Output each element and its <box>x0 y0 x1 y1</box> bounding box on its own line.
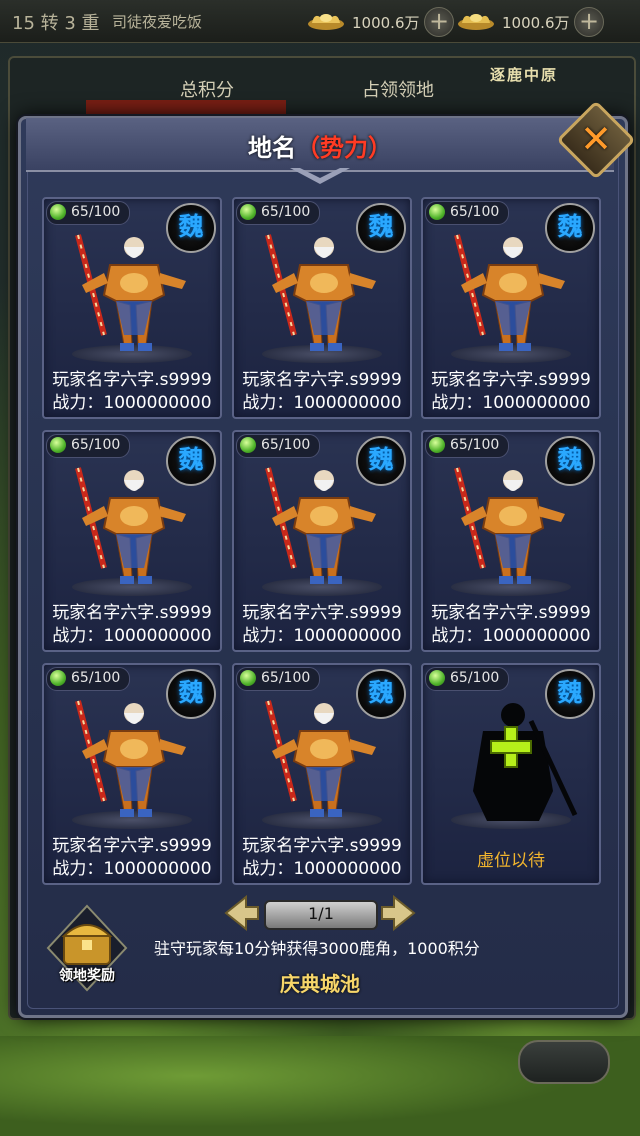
faction-label: （势力） <box>296 134 392 162</box>
next-page-button[interactable] <box>380 895 416 931</box>
level-badge: 65/100 <box>425 667 509 691</box>
level-badge: 65/100 <box>46 201 130 225</box>
hero-figure-icon <box>265 700 376 817</box>
jade-gem-icon <box>240 204 256 220</box>
level-text: 65/100 <box>261 437 311 453</box>
gold-ingot-icon <box>308 14 344 30</box>
gold-amount: 1000.6万 <box>352 14 420 32</box>
level-text: 65/100 <box>261 670 311 686</box>
garrison-slot-card[interactable]: 65/100 魏 玩家名字六字.s9999 战力：1000000000 <box>232 197 412 419</box>
player-name-label: 玩家名字六字.s9999 <box>52 370 212 390</box>
jade-gem-icon <box>240 437 256 453</box>
garrison-slot-card[interactable]: 65/100 魏 玩家名字六字.s9999 战力：1000000000 <box>421 197 601 419</box>
player-name-label: 玩家名字六字.s9999 <box>52 836 212 856</box>
silver-ingot-icon <box>458 14 494 30</box>
hero-figure-icon <box>454 467 565 584</box>
combat-power-label: 战力：1000000000 <box>242 859 402 879</box>
level-badge: 65/100 <box>236 434 320 458</box>
territory-name: 地名 <box>248 134 296 162</box>
page-indicator: 1/1 <box>264 900 378 930</box>
garrison-slot-card[interactable]: 65/100 魏 玩家名字六字.s9999 战力：1000000000 <box>42 663 222 885</box>
jade-gem-icon <box>50 204 66 220</box>
player-name-label: 玩家名字六字.s9999 <box>431 370 591 390</box>
level-text: 65/100 <box>450 204 500 220</box>
hero-figure-icon <box>265 234 376 351</box>
level-text: 65/100 <box>71 204 121 220</box>
player-name-label: 玩家名字六字.s9999 <box>242 603 402 623</box>
title-ornament-icon <box>290 168 350 184</box>
combat-power-label: 战力：1000000000 <box>52 626 212 646</box>
level-badge: 65/100 <box>46 667 130 691</box>
combat-power-label: 战力：1000000000 <box>431 626 591 646</box>
player-name-label: 玩家名字六字.s9999 <box>52 603 212 623</box>
jade-gem-icon <box>429 204 445 220</box>
close-icon: ✕ <box>580 117 612 161</box>
hero-figure-icon <box>75 700 186 817</box>
garrison-slot-card[interactable]: 65/100 魏 玩家名字六字.s9999 战力：1000000000 <box>421 430 601 652</box>
occupied-territory-header: 占领领地 <box>362 80 434 101</box>
combat-power-label: 战力：1000000000 <box>52 393 212 413</box>
jade-gem-icon <box>240 670 256 686</box>
player-name: 司徒夜爱吃饭 <box>112 13 203 31</box>
event-title: 逐鹿中原 <box>490 66 559 84</box>
combat-power-label: 战力：1000000000 <box>431 393 591 413</box>
level-badge: 65/100 <box>46 434 130 458</box>
rebirth-level: 15 转 3 重 <box>12 13 100 34</box>
level-text: 65/100 <box>71 670 121 686</box>
level-text: 65/100 <box>71 437 121 453</box>
level-text: 65/100 <box>261 204 311 220</box>
return-button[interactable] <box>518 1040 610 1084</box>
add-garrison-plus-icon[interactable] <box>489 725 533 769</box>
garrison-reward-tip: 驻守玩家每10分钟获得3000鹿角，1000积分 <box>154 939 480 958</box>
garrison-slot-card[interactable]: 65/100 魏 玩家名字六字.s9999 战力：1000000000 <box>42 430 222 652</box>
currency-gold: 1000.6万 + <box>306 5 454 37</box>
jade-gem-icon <box>50 437 66 453</box>
combat-power-label: 战力：1000000000 <box>242 626 402 646</box>
combat-power-label: 战力：1000000000 <box>52 859 212 879</box>
player-name-label: 玩家名字六字.s9999 <box>242 370 402 390</box>
jade-gem-icon <box>429 670 445 686</box>
level-badge: 65/100 <box>236 667 320 691</box>
score-row-bar <box>86 100 286 114</box>
hero-figure-icon <box>454 234 565 351</box>
top-status-bar: 15 转 3 重 司徒夜爱吃饭 1000.6万 + 1000.6万 + <box>0 0 640 43</box>
prev-page-button[interactable] <box>224 895 260 931</box>
player-name-label: 玩家名字六字.s9999 <box>242 836 402 856</box>
currency-silver: 1000.6万 + <box>456 5 604 37</box>
level-badge: 65/100 <box>425 434 509 458</box>
hero-figure-icon <box>75 467 186 584</box>
player-name-label: 玩家名字六字.s9999 <box>431 603 591 623</box>
total-score-header: 总积分 <box>180 80 234 101</box>
add-gold-button[interactable]: + <box>424 7 454 37</box>
empty-garrison-slot[interactable]: 65/100 魏 虚位以待 <box>421 663 601 885</box>
hero-figure-icon <box>265 467 376 584</box>
level-badge: 65/100 <box>425 201 509 225</box>
jade-gem-icon <box>50 670 66 686</box>
hero-figure-icon <box>75 234 186 351</box>
dialog-title: 地名（势力） <box>0 128 640 163</box>
level-text: 65/100 <box>450 670 500 686</box>
garrison-slot-card[interactable]: 65/100 魏 玩家名字六字.s9999 战力：1000000000 <box>232 430 412 652</box>
garrison-slot-card[interactable]: 65/100 魏 玩家名字六字.s9999 战力：1000000000 <box>232 663 412 885</box>
jade-gem-icon <box>429 437 445 453</box>
city-name: 庆典城池 <box>280 972 360 996</box>
vacant-label: 虚位以待 <box>477 851 545 871</box>
level-badge: 65/100 <box>236 201 320 225</box>
add-silver-button[interactable]: + <box>574 7 604 37</box>
combat-power-label: 战力：1000000000 <box>242 393 402 413</box>
level-text: 65/100 <box>450 437 500 453</box>
garrison-slot-card[interactable]: 65/100 魏 玩家名字六字.s9999 战力：1000000000 <box>42 197 222 419</box>
page-number: 1/1 <box>308 904 334 923</box>
silver-amount: 1000.6万 <box>502 14 570 32</box>
